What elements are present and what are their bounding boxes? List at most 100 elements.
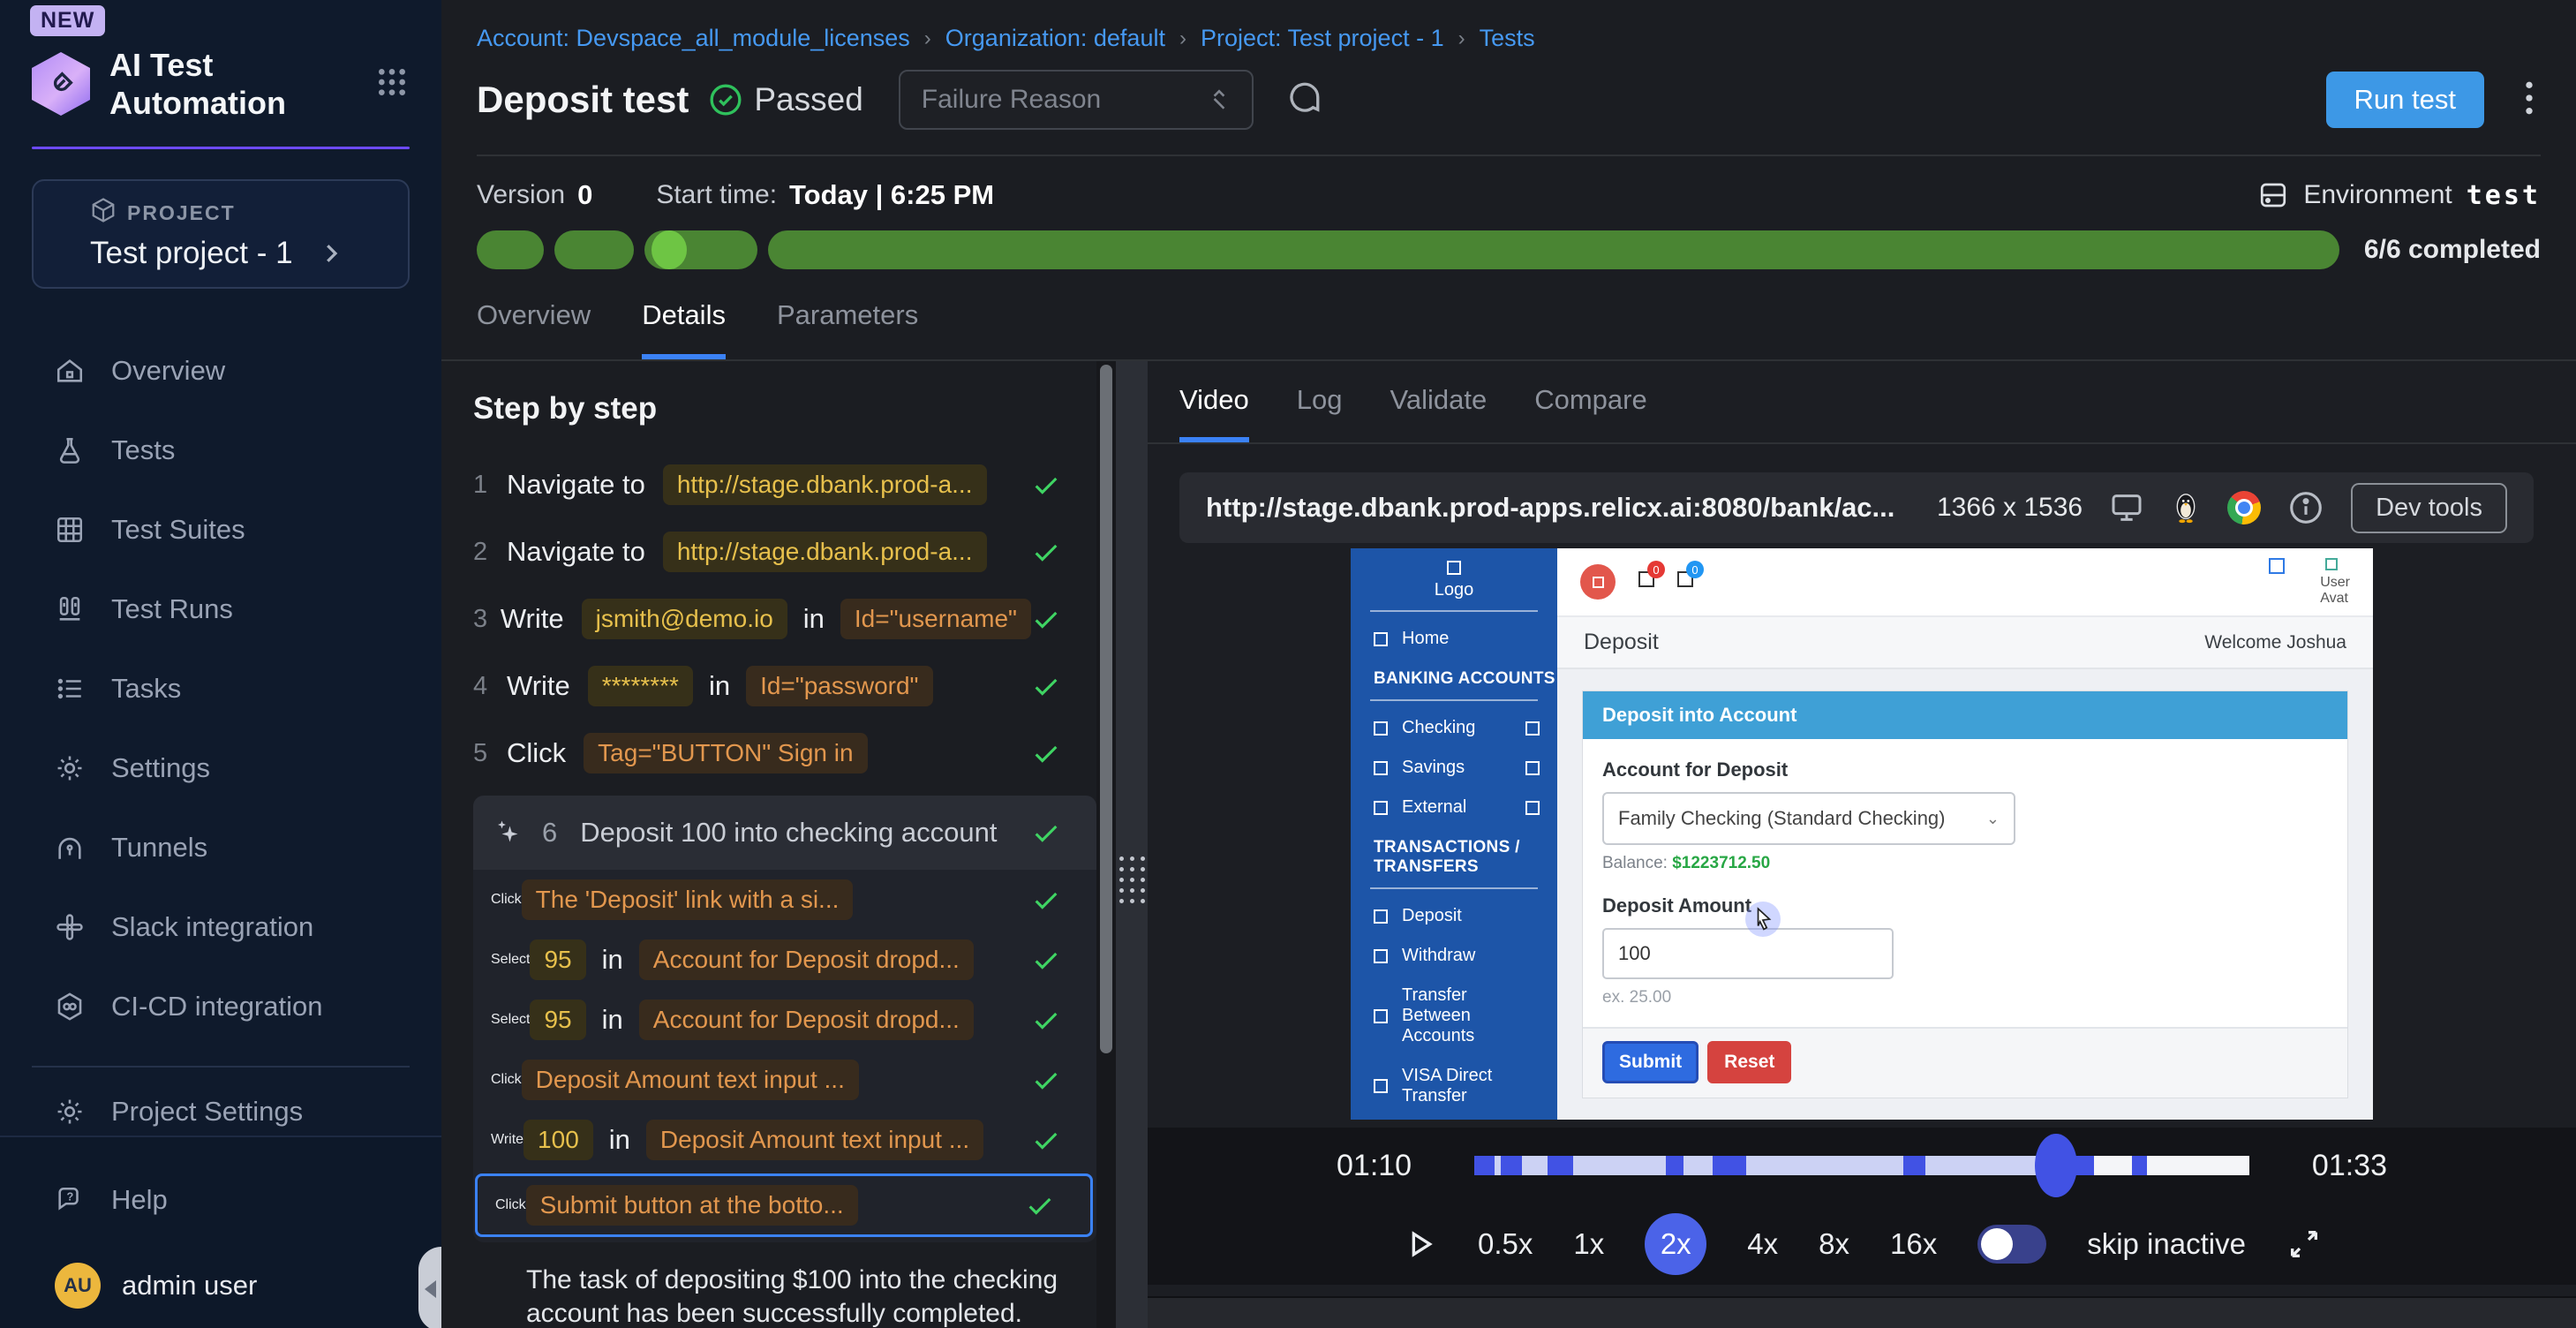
sidebar-item-settings[interactable]: Settings — [0, 728, 441, 808]
slack-icon — [55, 912, 85, 942]
video-stage[interactable]: Logo Home BANKING ACCOUNTS Che — [1148, 543, 2576, 1128]
step-selector-chip[interactable]: Tag="BUTTON" Sign in — [584, 733, 867, 773]
substep-row[interactable]: Select 95 in Account for Deposit dropd..… — [473, 930, 1096, 990]
step-row[interactable]: 4 Write ******** in Id="password" — [473, 653, 1096, 720]
step-value-chip[interactable]: http://stage.dbank.prod-a... — [663, 532, 987, 572]
speed-4x[interactable]: 4x — [1747, 1227, 1778, 1261]
speed-1x[interactable]: 1x — [1573, 1227, 1604, 1261]
substep-row[interactable]: Select 95 in Account for Deposit dropd..… — [473, 990, 1096, 1050]
steps-scrollbar[interactable] — [1096, 361, 1116, 1328]
sidebar-item-test-runs[interactable]: Test Runs — [0, 570, 441, 649]
bank-nav-checking[interactable]: Checking — [1351, 708, 1557, 748]
speed-16x[interactable]: 16x — [1890, 1227, 1937, 1261]
sidebar-item-tunnels[interactable]: Tunnels — [0, 808, 441, 887]
reset-button[interactable]: Reset — [1707, 1041, 1791, 1083]
speed-8x[interactable]: 8x — [1819, 1227, 1849, 1261]
dev-tools-button[interactable]: Dev tools — [2351, 483, 2507, 533]
playhead[interactable] — [2035, 1134, 2077, 1197]
sidebar-item-project-settings[interactable]: Project Settings — [0, 1087, 441, 1136]
step-value-chip[interactable]: http://stage.dbank.prod-a... — [663, 464, 987, 505]
breadcrumb-tests[interactable]: Tests — [1480, 25, 1535, 52]
step-selector-chip[interactable]: Deposit Amount text input ... — [646, 1120, 983, 1160]
bank-nav-mastercard[interactable]: Mastercard Direct Transfer — [1351, 1116, 1557, 1120]
sidebar-item-tasks[interactable]: Tasks — [0, 649, 441, 728]
seek-track[interactable] — [1474, 1156, 2249, 1175]
info-icon[interactable] — [2287, 489, 2324, 526]
step-selector-chip[interactable]: Account for Deposit dropd... — [639, 939, 974, 980]
account-select[interactable]: Family Checking (Standard Checking) ⌄ — [1602, 792, 2015, 845]
speed-2x[interactable]: 2x — [1645, 1213, 1706, 1275]
tab-parameters[interactable]: Parameters — [777, 299, 918, 359]
tab-validate[interactable]: Validate — [1390, 384, 1487, 442]
bank-nav-withdraw[interactable]: Withdraw — [1351, 936, 1557, 976]
kebab-menu-icon[interactable] — [2523, 79, 2535, 122]
deposit-amount-input[interactable]: 100 — [1602, 928, 1894, 979]
progress-segment[interactable] — [554, 230, 634, 269]
user-menu[interactable]: AU admin user — [0, 1240, 441, 1309]
page-header: Account: Devspace_all_module_licenses› O… — [441, 0, 2576, 156]
bank-nav-transfer[interactable]: Transfer Between Accounts — [1351, 976, 1557, 1056]
substep-row[interactable]: Write 100 in Deposit Amount text input .… — [473, 1110, 1096, 1170]
tab-video[interactable]: Video — [1179, 384, 1249, 442]
step-value-chip[interactable]: jsmith@demo.io — [582, 599, 787, 639]
bank-nav-home[interactable]: Home — [1351, 619, 1557, 659]
breadcrumb-organization[interactable]: Organization: default — [945, 25, 1165, 52]
step-value-chip[interactable]: ******** — [588, 666, 693, 706]
user-avatar-broken[interactable]: User Avat — [2320, 558, 2350, 607]
message-icon[interactable]: 0 — [1677, 571, 1693, 592]
skip-inactive-toggle[interactable] — [1977, 1225, 2046, 1264]
substep-row[interactable]: Click The 'Deposit' link with a si... — [473, 870, 1096, 930]
submit-button[interactable]: Submit — [1602, 1041, 1699, 1083]
substep-row[interactable]: Click Deposit Amount text input ... — [473, 1050, 1096, 1110]
apps-grid-icon[interactable] — [374, 64, 410, 104]
step-value-chip[interactable]: 95 — [530, 1000, 585, 1040]
sidebar-item-overview[interactable]: Overview — [0, 331, 441, 411]
settings-icon[interactable] — [2269, 558, 2285, 579]
sidebar-item-test-suites[interactable]: Test Suites — [0, 490, 441, 570]
failure-reason-select[interactable]: Failure Reason — [899, 70, 1254, 130]
progress-segment[interactable] — [477, 230, 544, 269]
step-check-icon — [1031, 885, 1061, 915]
step-row[interactable]: 3 Write jsmith@demo.io in Id="username" — [473, 585, 1096, 653]
step-row[interactable]: 1 Navigate to http://stage.dbank.prod-a.… — [473, 451, 1096, 518]
substep-row-selected[interactable]: Click Submit button at the botto... — [475, 1173, 1093, 1237]
sidebar-item-cicd-integration[interactable]: CI-CD integration — [0, 967, 441, 1046]
step-row[interactable]: 5 Click Tag="BUTTON" Sign in — [473, 720, 1096, 787]
speed-0-5x[interactable]: 0.5x — [1478, 1227, 1533, 1261]
tab-overview[interactable]: Overview — [477, 299, 591, 359]
bank-nav-deposit[interactable]: Deposit — [1351, 896, 1557, 936]
tab-log[interactable]: Log — [1297, 384, 1343, 442]
bank-nav-visa[interactable]: VISA Direct Transfer — [1351, 1056, 1557, 1116]
step-selector-chip[interactable]: The 'Deposit' link with a si... — [522, 879, 854, 920]
step-value-chip[interactable]: 95 — [530, 939, 585, 980]
sidebar-item-slack-integration[interactable]: Slack integration — [0, 887, 441, 967]
tab-compare[interactable]: Compare — [1534, 384, 1647, 442]
breadcrumb-account[interactable]: Account: Devspace_all_module_licenses — [477, 25, 910, 52]
breadcrumb-project[interactable]: Project: Test project - 1 — [1201, 25, 1444, 52]
bank-nav-external[interactable]: External — [1351, 788, 1557, 827]
step-selector-chip[interactable]: Deposit Amount text input ... — [522, 1060, 859, 1100]
sidebar-item-tests[interactable]: Tests — [0, 411, 441, 490]
project-selector[interactable]: PROJECT Test project - 1 — [32, 179, 410, 289]
step-selector-chip[interactable]: Id="password" — [746, 666, 932, 706]
run-test-button[interactable]: Run test — [2326, 72, 2484, 128]
step-selector-chip[interactable]: Account for Deposit dropd... — [639, 1000, 974, 1040]
step-selector-chip[interactable]: Submit button at the botto... — [526, 1185, 858, 1226]
notification-icon[interactable]: 0 — [1638, 571, 1654, 592]
step-row[interactable]: 2 Navigate to http://stage.dbank.prod-a.… — [473, 518, 1096, 585]
progress-segment[interactable] — [644, 230, 757, 269]
play-icon[interactable] — [1402, 1226, 1437, 1262]
tab-details[interactable]: Details — [642, 299, 726, 359]
step-group-header[interactable]: 6 Deposit 100 into checking account — [473, 796, 1096, 870]
progress-segment[interactable] — [768, 230, 2339, 269]
bank-nav-savings[interactable]: Savings — [1351, 748, 1557, 788]
step-value-chip[interactable]: 100 — [523, 1120, 593, 1160]
comment-bubble-icon[interactable] — [1285, 79, 1322, 121]
help-button[interactable]: ? Help — [0, 1160, 441, 1240]
sidebar-collapse-handle[interactable] — [418, 1247, 441, 1328]
scrollbar-thumb[interactable] — [1100, 365, 1112, 1053]
panel-resize-handle[interactable] — [1116, 361, 1148, 1328]
session-url[interactable]: http://stage.dbank.prod-apps.relicx.ai:8… — [1206, 492, 1894, 524]
fullscreen-icon[interactable] — [2286, 1226, 2322, 1262]
step-selector-chip[interactable]: Id="username" — [840, 599, 1031, 639]
